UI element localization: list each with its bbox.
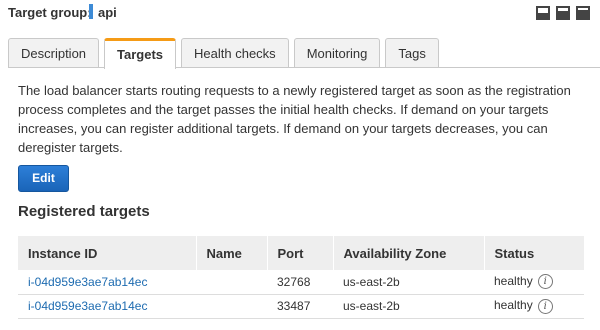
- tab-description[interactable]: Description: [8, 38, 100, 68]
- instance-name: [196, 270, 267, 295]
- table-row: i-04d959e3ae7ab14ec 32768 us-east-2b hea…: [18, 270, 584, 295]
- table-header-row: Instance ID Name Port Availability Zone …: [18, 236, 584, 270]
- layout-top-icon[interactable]: [576, 6, 590, 20]
- tab-monitoring[interactable]: Monitoring: [293, 38, 381, 68]
- panel-header: Target group: api: [0, 0, 600, 26]
- column-name[interactable]: Name: [196, 236, 268, 270]
- info-icon[interactable]: i: [537, 274, 553, 290]
- instance-port: 33487: [267, 294, 333, 319]
- instance-id-link[interactable]: i-04d959e3ae7ab14ec: [18, 270, 196, 295]
- tab-tags[interactable]: Tags: [385, 38, 439, 68]
- instance-zone: us-east-2b: [333, 294, 484, 319]
- layout-split-icon[interactable]: [556, 6, 570, 20]
- instance-status-cell: healthy i: [484, 270, 584, 295]
- status-text: healthy: [494, 274, 533, 289]
- target-group-color-bar: [89, 4, 93, 19]
- info-icon[interactable]: i: [537, 298, 553, 314]
- tab-health-checks[interactable]: Health checks: [181, 38, 289, 68]
- targets-description: The load balancer starts routing request…: [18, 83, 571, 155]
- tab-targets[interactable]: Targets: [104, 38, 177, 69]
- target-group-label: Target group:: [8, 5, 92, 20]
- layout-bottom-icon[interactable]: [536, 6, 550, 20]
- column-status[interactable]: Status: [484, 236, 584, 270]
- registered-targets-table: Instance ID Name Port Availability Zone …: [18, 236, 584, 319]
- column-port[interactable]: Port: [267, 236, 334, 270]
- instance-zone: us-east-2b: [333, 270, 484, 295]
- registered-targets-title: Registered targets: [18, 203, 150, 220]
- instance-port: 32768: [267, 270, 333, 295]
- table-row: i-04d959e3ae7ab14ec 33487 us-east-2b hea…: [18, 294, 584, 319]
- status-text: healthy: [494, 298, 533, 313]
- column-instance-id[interactable]: Instance ID: [18, 236, 197, 270]
- instance-id-link[interactable]: i-04d959e3ae7ab14ec: [18, 294, 196, 319]
- instance-name: [196, 294, 267, 319]
- layout-controls: [536, 6, 590, 20]
- edit-button[interactable]: Edit: [18, 165, 69, 192]
- column-availability-zone[interactable]: Availability Zone: [333, 236, 485, 270]
- instance-status-cell: healthy i: [484, 294, 584, 319]
- tab-divider: [8, 67, 600, 68]
- tab-bar: Description Targets Health checks Monito…: [8, 38, 444, 69]
- target-group-name: api: [98, 5, 117, 20]
